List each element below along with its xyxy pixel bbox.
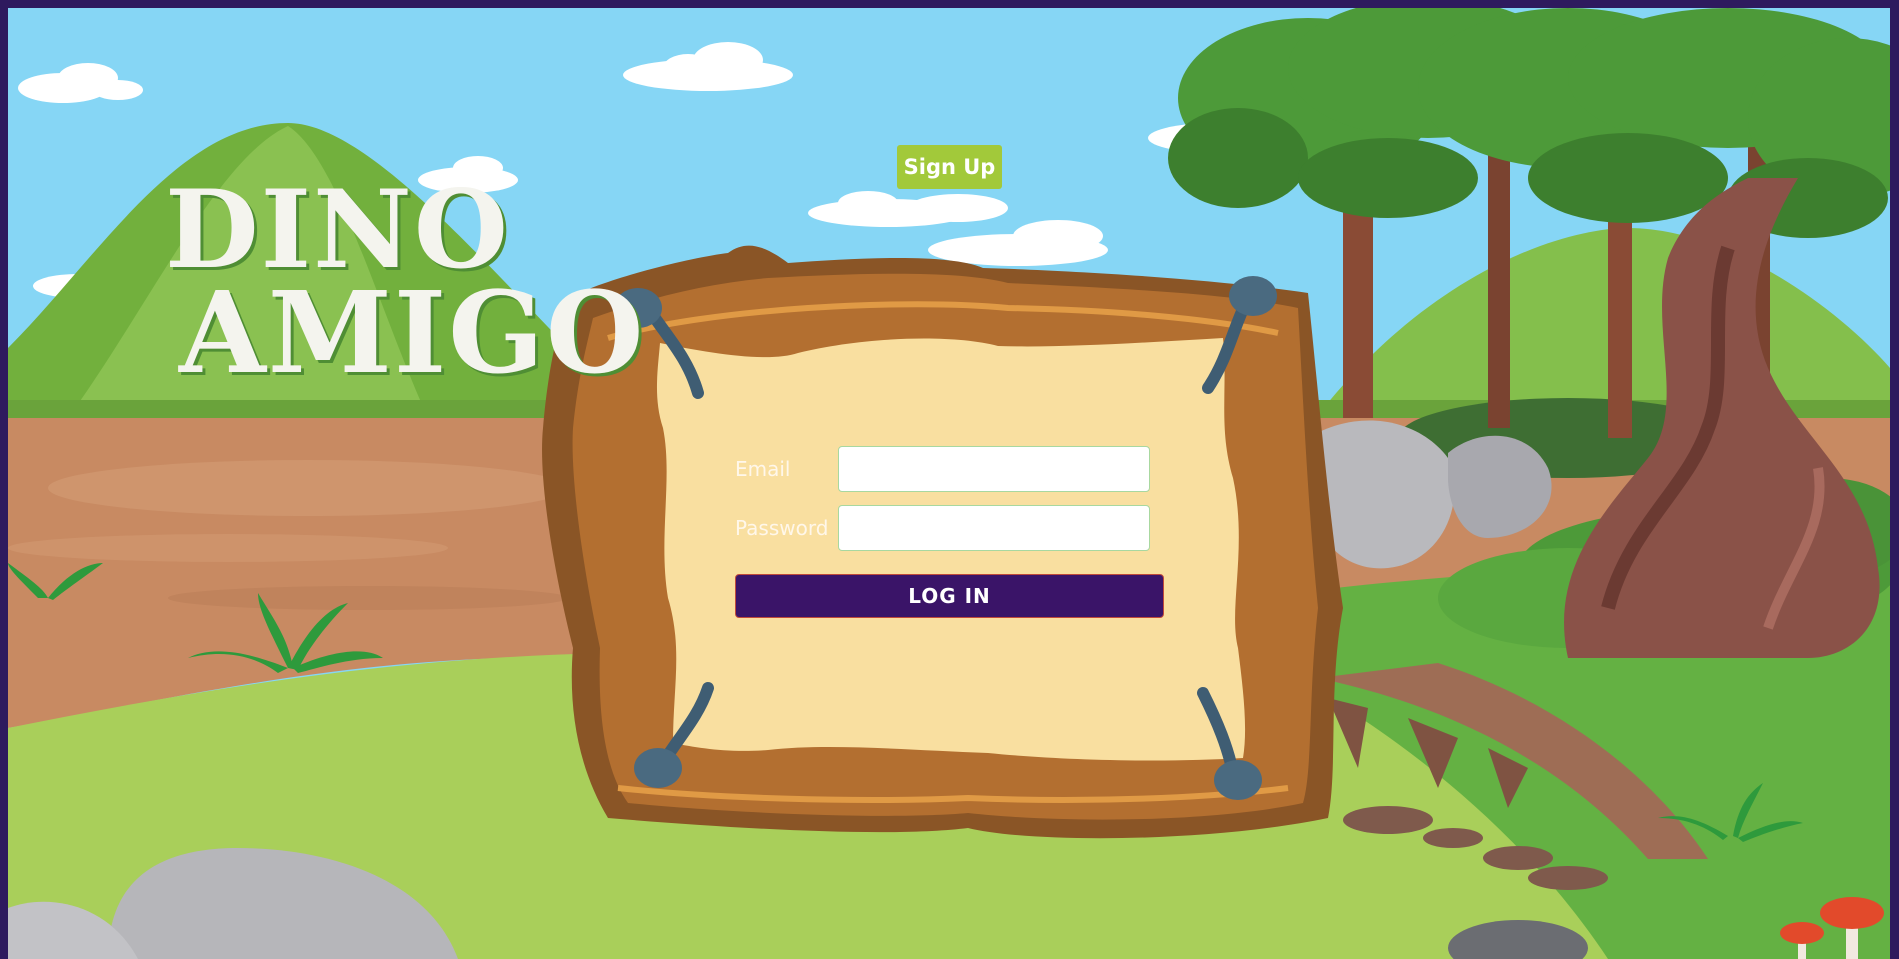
email-input[interactable]	[838, 446, 1150, 492]
password-row: Password	[735, 505, 1170, 551]
login-form: Email Password LOG IN	[735, 446, 1170, 618]
password-label: Password	[735, 516, 829, 540]
email-row: Email	[735, 446, 1170, 492]
password-input[interactable]	[838, 505, 1150, 551]
email-label: Email	[735, 457, 791, 481]
logo-line-2: AMIGO	[179, 268, 646, 399]
login-scene: DINO AMIGO Sign Up Email Password LOG IN	[8, 8, 1890, 959]
sign-up-button[interactable]: Sign Up	[897, 145, 1002, 189]
app-logo: DINO AMIGO	[163, 176, 645, 390]
log-in-button[interactable]: LOG IN	[735, 574, 1164, 618]
